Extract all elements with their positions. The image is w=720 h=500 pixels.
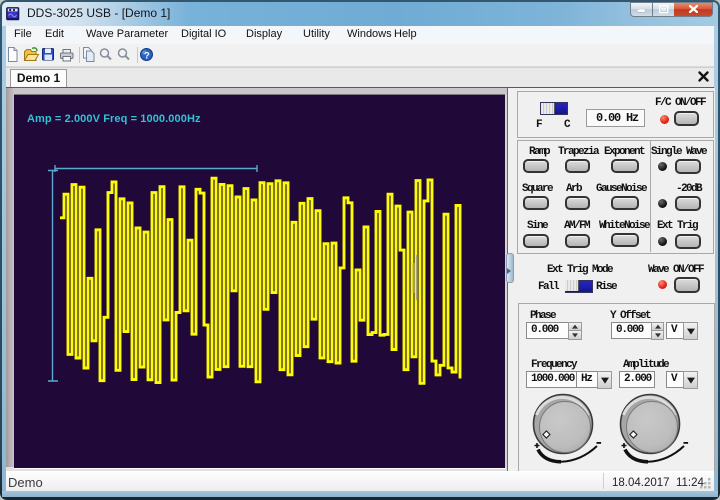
svg-text:?: ? <box>144 51 150 62</box>
